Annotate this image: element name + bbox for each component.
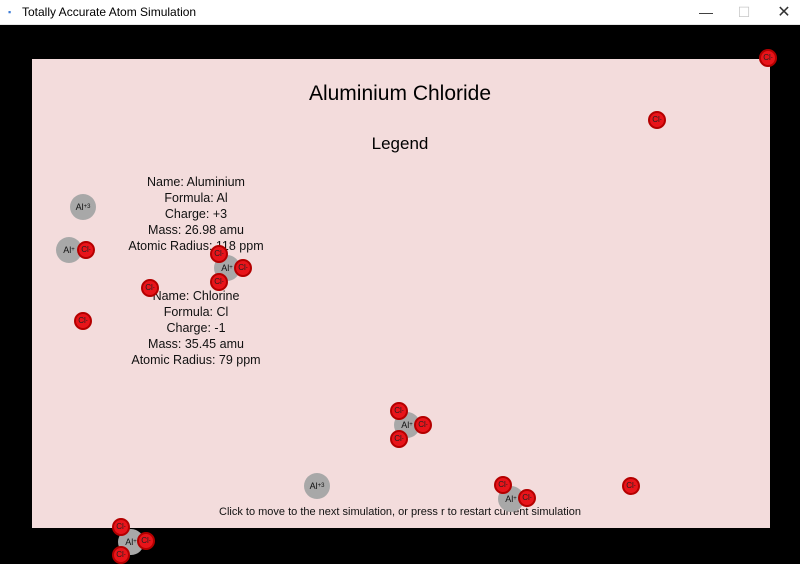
aluminium-formula: Formula: Al: [164, 191, 228, 205]
chlorine-mass: Mass: 35.45 amu: [148, 337, 244, 351]
chlorine-formula: Formula: Cl: [163, 305, 229, 319]
chlorine-atom: Cl -: [390, 430, 408, 448]
chlorine-atom: Cl -: [141, 279, 159, 297]
close-button[interactable]: ✕: [764, 0, 800, 25]
instructions-footer: Click to move to the next simulation, or…: [219, 506, 581, 518]
chlorine-name: Name: Chlorine: [152, 289, 240, 303]
app-icon: ▪: [8, 7, 12, 17]
aluminium-atom: Al +3: [304, 473, 330, 499]
aluminium-radius: Atomic Radius: 118 ppm: [128, 239, 264, 253]
maximize-button[interactable]: ☐: [724, 0, 764, 25]
chlorine-atom: Cl -: [759, 49, 777, 67]
chlorine-atom: Cl -: [622, 477, 640, 495]
chlorine-atom: Cl -: [414, 416, 432, 434]
aluminium-charge: Charge: +3: [164, 207, 228, 221]
chlorine-atom: Cl -: [648, 111, 666, 129]
chlorine-atom: Cl -: [234, 259, 252, 277]
window-titlebar: ▪ Totally Accurate Atom Simulation — ☐ ✕: [0, 0, 800, 25]
chlorine-atom: Cl -: [390, 402, 408, 420]
aluminium-info: Name: Aluminium Formula: Al Charge: +3 M…: [96, 174, 296, 254]
chlorine-atom: Cl -: [210, 273, 228, 291]
chlorine-atom: Cl -: [137, 532, 155, 550]
chlorine-atom: Cl -: [494, 476, 512, 494]
chlorine-atom: Cl -: [210, 245, 228, 263]
simulation-title: Aluminium Chloride: [308, 82, 492, 105]
legend-title: Legend: [371, 134, 429, 153]
chlorine-atom: Cl -: [112, 518, 130, 536]
aluminium-name: Name: Aluminium: [147, 175, 245, 189]
aluminium-atom: Al +3: [70, 194, 96, 220]
chlorine-info: Name: Chlorine Formula: Cl Charge: -1 Ma…: [96, 288, 296, 368]
minimize-button[interactable]: —: [686, 0, 726, 25]
window-title: Totally Accurate Atom Simulation: [22, 5, 197, 19]
chlorine-atom: Cl -: [518, 489, 536, 507]
chlorine-atom: Cl -: [112, 546, 130, 564]
aluminium-mass: Mass: 26.98 amu: [148, 223, 244, 237]
chlorine-radius: Atomic Radius: 79 ppm: [131, 353, 261, 367]
chlorine-atom: Cl -: [74, 312, 92, 330]
chlorine-charge: Charge: -1: [166, 321, 226, 335]
chlorine-atom: Cl -: [77, 241, 95, 259]
